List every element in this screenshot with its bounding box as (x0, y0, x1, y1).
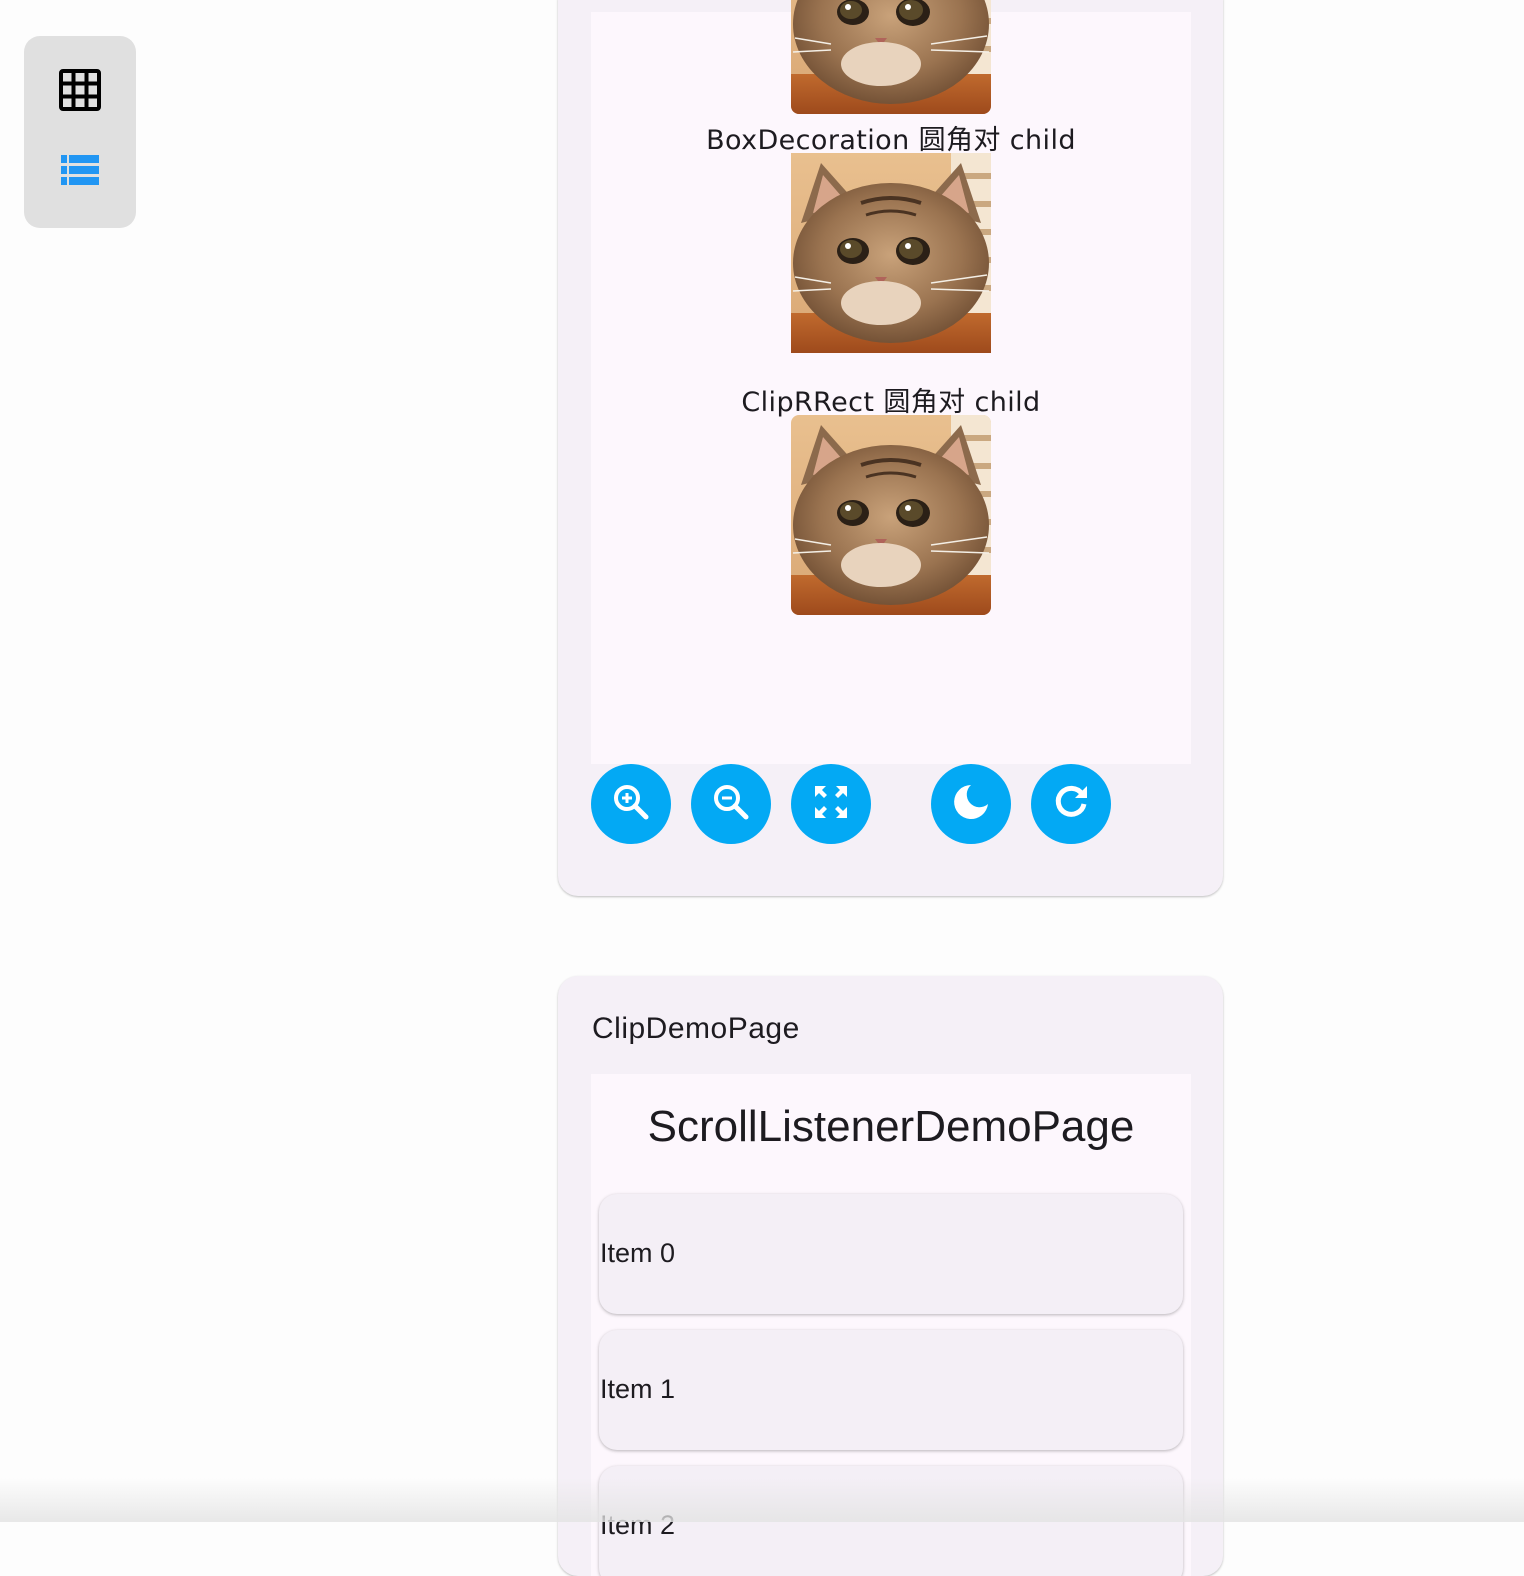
grid-view-button[interactable] (48, 60, 112, 124)
scroll-demo-card: ClipDemoPage ScrollListenerDemoPage Item… (558, 976, 1223, 1576)
cat-image (791, 415, 991, 615)
dark-mode-button[interactable] (931, 764, 1011, 844)
cat-image (791, 0, 991, 114)
zoom-in-icon (611, 782, 651, 827)
clip-demo-card: BoxDecoration 圆角对 child ClipRRect 圆角对 ch… (558, 0, 1223, 896)
zoom-in-button[interactable] (591, 764, 671, 844)
cat-image (791, 153, 991, 353)
list-item[interactable]: Item 2 (599, 1466, 1183, 1576)
list-view-button[interactable] (48, 140, 112, 204)
caption-clip-rrect: ClipRRect 圆角对 child (741, 387, 1041, 418)
list-item[interactable]: Item 1 (599, 1330, 1183, 1450)
zoom-out-icon (711, 782, 751, 827)
refresh-button[interactable] (1031, 764, 1111, 844)
list-item-label: Item 1 (600, 1374, 676, 1404)
preview-toolbar (591, 764, 1191, 844)
view-switcher (24, 36, 136, 228)
list-view-icon (60, 154, 100, 191)
demo-preview: ScrollListenerDemoPage Item 0 Item 1 Ite… (591, 1074, 1191, 1576)
refresh-icon (1051, 782, 1091, 827)
caption-box-decoration: BoxDecoration 圆角对 child (706, 125, 1076, 156)
card-title: ClipDemoPage (592, 1012, 800, 1045)
page-heading: ScrollListenerDemoPage (647, 1102, 1135, 1151)
grid-view-icon (58, 68, 102, 117)
list-item-label: Item 2 (600, 1510, 676, 1540)
zoom-out-button[interactable] (691, 764, 771, 844)
list-item[interactable]: Item 0 (599, 1194, 1183, 1314)
list-item-label: Item 0 (600, 1238, 676, 1268)
fullscreen-icon (811, 782, 851, 827)
demo-preview: BoxDecoration 圆角对 child ClipRRect 圆角对 ch… (591, 0, 1191, 764)
dark-mode-icon (951, 782, 991, 827)
fullscreen-button[interactable] (791, 764, 871, 844)
